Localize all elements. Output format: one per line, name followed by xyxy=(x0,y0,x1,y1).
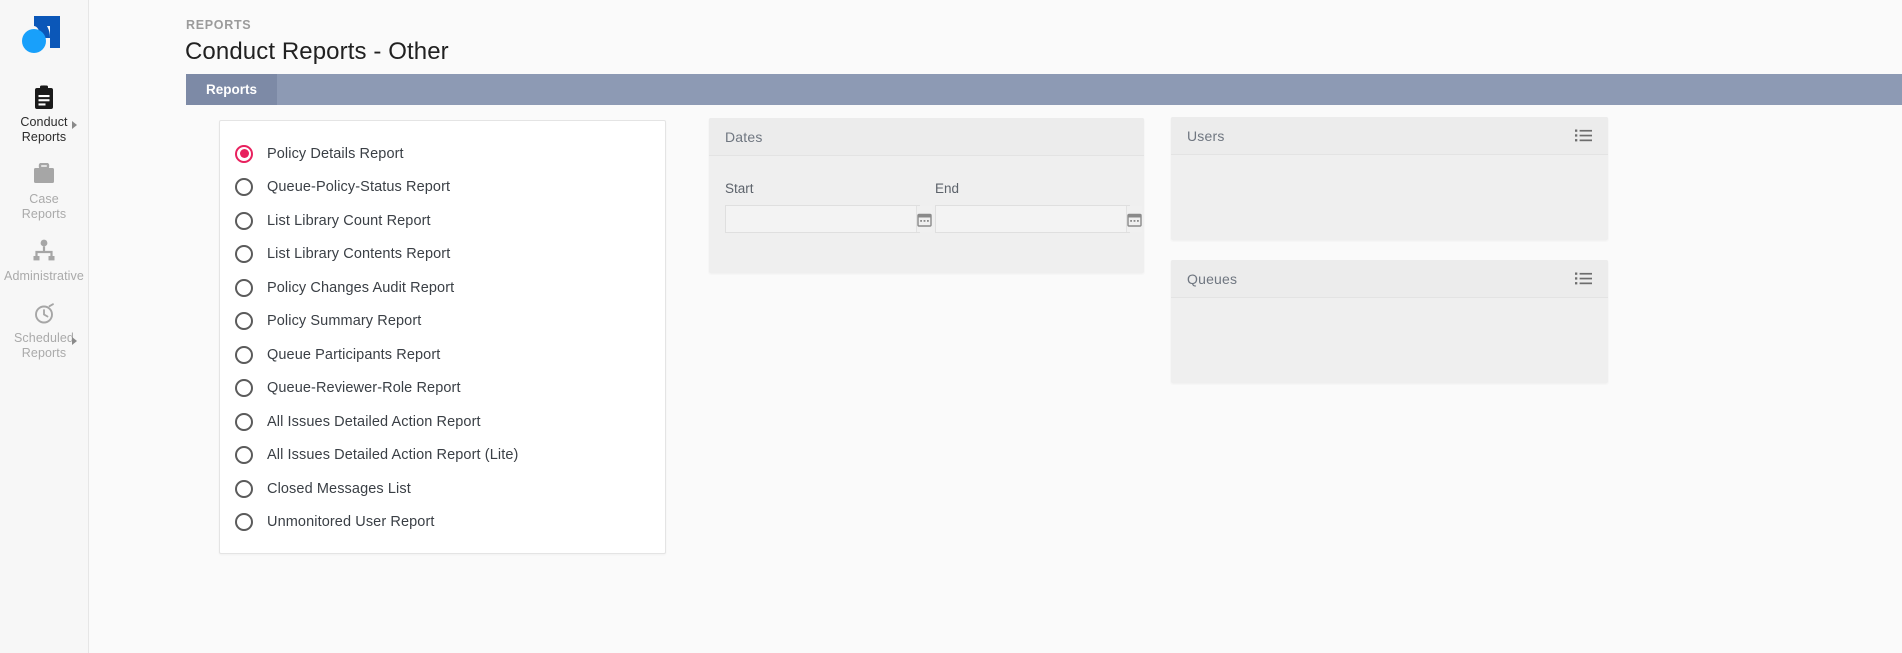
dates-panel-body: Start End xyxy=(709,156,1144,249)
queues-panel-body xyxy=(1171,298,1608,330)
radio-queue-participants-report[interactable]: Queue Participants Report xyxy=(220,338,665,372)
radio-label: All Issues Detailed Action Report (Lite) xyxy=(267,447,519,464)
end-date-input[interactable] xyxy=(936,206,1126,232)
app-logo[interactable] xyxy=(14,14,74,60)
dates-panel: Dates Start End xyxy=(709,118,1144,273)
queues-panel-header: Queues xyxy=(1171,260,1608,298)
radio-queue-reviewer-role-report[interactable]: Queue-Reviewer-Role Report xyxy=(220,372,665,406)
sidebar-item-scheduled-reports[interactable]: Scheduled Reports xyxy=(0,290,89,367)
radio-label: Policy Changes Audit Report xyxy=(267,279,455,296)
tab-bar: Reports xyxy=(186,74,1902,105)
radio-all-issues-detailed-action-report-lite[interactable]: All Issues Detailed Action Report (Lite) xyxy=(220,439,665,473)
radio-button-icon xyxy=(235,446,253,465)
radio-button-icon xyxy=(235,345,253,364)
radio-label: List Library Contents Report xyxy=(267,246,451,263)
clipboard-icon xyxy=(33,84,55,110)
end-date-label: End xyxy=(935,181,960,196)
radio-policy-details-report[interactable]: Policy Details Report xyxy=(220,137,665,171)
chevron-right-icon xyxy=(71,337,77,345)
radio-label: Policy Details Report xyxy=(267,145,404,162)
list-icon xyxy=(1575,272,1592,285)
radio-button-icon xyxy=(235,278,253,297)
users-panel: Users xyxy=(1171,117,1608,240)
radio-button-icon xyxy=(235,144,253,163)
radio-list-library-count-report[interactable]: List Library Count Report xyxy=(220,204,665,238)
queues-list-button[interactable] xyxy=(1575,272,1592,285)
report-type-radio-group: Policy Details Report Queue-Policy-Statu… xyxy=(219,120,666,554)
panel-title: Dates xyxy=(725,128,763,145)
dates-panel-header: Dates xyxy=(709,118,1144,156)
radio-policy-summary-report[interactable]: Policy Summary Report xyxy=(220,305,665,339)
start-date-picker-button[interactable] xyxy=(916,206,932,232)
app-logo-icon xyxy=(22,16,60,53)
sidebar-item-label: Administrative xyxy=(4,269,84,283)
sidebar-item-label: Conduct Reports xyxy=(20,115,68,144)
radio-label: Policy Summary Report xyxy=(267,313,422,330)
sidebar-item-case-reports[interactable]: Case Reports xyxy=(0,151,89,228)
radio-button-icon xyxy=(235,412,253,431)
radio-label: Unmonitored User Report xyxy=(267,514,435,531)
briefcase-icon xyxy=(32,161,56,187)
radio-unmonitored-user-report[interactable]: Unmonitored User Report xyxy=(220,506,665,540)
users-panel-body xyxy=(1171,155,1608,187)
radio-button-icon xyxy=(235,245,253,264)
radio-closed-messages-list[interactable]: Closed Messages List xyxy=(220,472,665,506)
list-icon xyxy=(1575,129,1592,142)
start-date-label: Start xyxy=(725,181,754,196)
queues-panel: Queues xyxy=(1171,260,1608,383)
sidebar-item-label: Scheduled Reports xyxy=(14,331,74,360)
radio-button-icon xyxy=(235,379,253,398)
main-area: REPORTS Conduct Reports - Other Reports … xyxy=(89,0,1902,653)
radio-button-icon xyxy=(235,178,253,197)
page-title: Conduct Reports - Other xyxy=(185,38,449,65)
left-sidebar: Conduct Reports Case Reports Administrat… xyxy=(0,0,89,653)
sidebar-item-conduct-reports[interactable]: Conduct Reports xyxy=(0,74,89,151)
calendar-icon xyxy=(1127,213,1142,227)
radio-queue-policy-status-report[interactable]: Queue-Policy-Status Report xyxy=(220,171,665,205)
radio-label: Queue Participants Report xyxy=(267,346,441,363)
radio-label: All Issues Detailed Action Report xyxy=(267,413,481,430)
stopwatch-icon xyxy=(32,300,56,326)
radio-policy-changes-audit-report[interactable]: Policy Changes Audit Report xyxy=(220,271,665,305)
radio-all-issues-detailed-action-report[interactable]: All Issues Detailed Action Report xyxy=(220,405,665,439)
panel-title: Queues xyxy=(1187,270,1238,287)
start-date-field: Start xyxy=(725,181,932,233)
content-area: Policy Details Report Queue-Policy-Statu… xyxy=(186,105,1902,653)
radio-label: Queue-Reviewer-Role Report xyxy=(267,380,461,397)
radio-button-icon xyxy=(235,479,253,498)
app-root: Conduct Reports Case Reports Administrat… xyxy=(0,0,1902,653)
end-date-field: End xyxy=(935,181,1142,233)
sidebar-item-label: Case Reports xyxy=(21,192,67,221)
sidebar-item-administrative[interactable]: Administrative xyxy=(0,228,89,290)
org-chart-icon xyxy=(32,238,56,264)
radio-list-library-contents-report[interactable]: List Library Contents Report xyxy=(220,238,665,272)
radio-label: Queue-Policy-Status Report xyxy=(267,179,451,196)
calendar-icon xyxy=(917,213,932,227)
start-date-input[interactable] xyxy=(726,206,916,232)
users-panel-header: Users xyxy=(1171,117,1608,155)
panel-title: Users xyxy=(1187,127,1225,144)
radio-button-icon xyxy=(235,312,253,331)
tab-reports[interactable]: Reports xyxy=(186,74,278,105)
radio-button-icon xyxy=(235,513,253,532)
chevron-right-icon xyxy=(71,121,77,129)
radio-label: List Library Count Report xyxy=(267,212,431,229)
end-date-picker-button[interactable] xyxy=(1126,206,1142,232)
radio-label: Closed Messages List xyxy=(267,480,411,497)
breadcrumb: REPORTS xyxy=(186,18,252,32)
radio-button-icon xyxy=(235,211,253,230)
users-list-button[interactable] xyxy=(1575,129,1592,142)
tab-label: Reports xyxy=(206,82,258,97)
